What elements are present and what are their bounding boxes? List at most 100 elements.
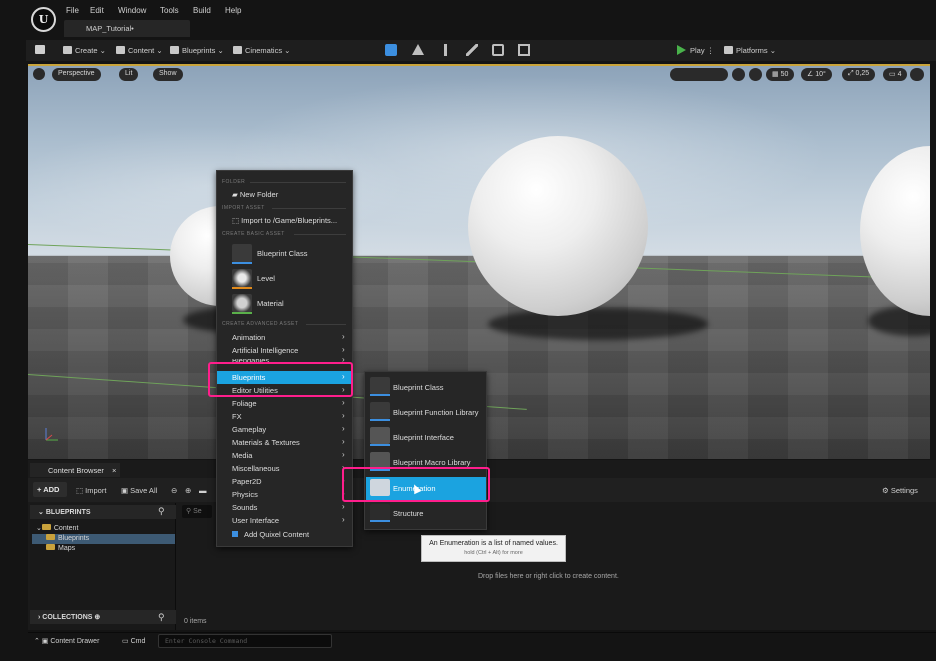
mesh-paint-mode-icon[interactable] bbox=[466, 44, 478, 56]
surface-snap-icon[interactable] bbox=[749, 68, 762, 81]
menu-item-materials-textures[interactable]: Materials & Textures bbox=[232, 438, 300, 447]
menu-file[interactable]: File bbox=[66, 6, 79, 15]
menu-window[interactable]: Window bbox=[118, 6, 146, 15]
import-item[interactable]: ⬚ Import to /Game/Blueprints... bbox=[232, 216, 337, 225]
section-basic: CREATE BASIC ASSET bbox=[222, 231, 285, 237]
add-button[interactable]: + ADD bbox=[33, 482, 67, 497]
blueprint-class-icon bbox=[232, 244, 252, 262]
menu-item-media[interactable]: Media bbox=[232, 451, 252, 460]
menu-help[interactable]: Help bbox=[225, 6, 241, 15]
divider bbox=[272, 208, 346, 209]
tree-item-blueprints[interactable]: Blueprints bbox=[32, 534, 175, 544]
submenu-blueprint-class[interactable]: Blueprint Class bbox=[393, 383, 443, 392]
add-quixel-item[interactable]: Add Quixel Content bbox=[232, 530, 309, 539]
annotation-box-blueprints bbox=[208, 362, 353, 397]
play-icon[interactable] bbox=[677, 45, 686, 55]
collections-header[interactable]: › COLLECTIONS ⊕ bbox=[30, 610, 176, 624]
blueprints-tree-header[interactable]: ⌄ BLUEPRINTS bbox=[30, 505, 176, 519]
menu-item-miscellaneous[interactable]: Miscellaneous bbox=[232, 464, 280, 473]
cinematics-button[interactable]: Cinematics ⌄ bbox=[233, 46, 290, 55]
camera-speed-button[interactable]: ▭ 4 bbox=[883, 68, 908, 81]
content-drawer-button[interactable]: ⌃ ▣ Content Drawer bbox=[34, 637, 99, 645]
close-icon[interactable]: × bbox=[112, 466, 116, 475]
unreal-logo-icon[interactable]: U bbox=[31, 7, 56, 32]
blueprint-class-item[interactable]: Blueprint Class bbox=[257, 249, 307, 258]
content-button[interactable]: Content ⌄ bbox=[116, 46, 163, 55]
level-tab[interactable]: MAP_Tutorial• bbox=[64, 20, 190, 37]
platforms-label: Platforms bbox=[736, 46, 768, 55]
viewport-menu-icon[interactable] bbox=[33, 68, 45, 80]
blueprint-class-icon bbox=[370, 377, 390, 394]
fracture-mode-icon[interactable] bbox=[492, 44, 504, 56]
submenu-structure[interactable]: Structure bbox=[393, 509, 423, 518]
tree-item-maps[interactable]: Maps bbox=[32, 544, 175, 554]
transform-tools[interactable] bbox=[670, 68, 728, 81]
save-icon[interactable] bbox=[35, 45, 45, 54]
tree-item-content[interactable]: ⌄ Content bbox=[32, 524, 175, 534]
menu-item-artificial-intelligence[interactable]: Artificial Intelligence bbox=[232, 346, 298, 355]
material-item[interactable]: Material bbox=[257, 299, 284, 308]
sphere-center[interactable] bbox=[468, 136, 648, 316]
platforms-button[interactable]: Platforms ⌄ bbox=[724, 46, 776, 55]
folder-icon[interactable]: ▬ bbox=[199, 486, 207, 495]
blueprints-button[interactable]: Blueprints ⌄ bbox=[170, 46, 224, 55]
material-icon bbox=[232, 294, 252, 312]
add-quixel-label: Add Quixel Content bbox=[244, 530, 310, 539]
create-button[interactable]: Create ⌄ bbox=[63, 46, 106, 55]
menu-item-user-interface[interactable]: User Interface bbox=[232, 516, 279, 525]
rotation-snap-button[interactable]: ∠ 10° bbox=[801, 68, 832, 81]
section-advanced: CREATE ADVANCED ASSET bbox=[222, 321, 299, 327]
menu-item-paper2d[interactable]: Paper2D bbox=[232, 477, 262, 486]
foliage-mode-icon[interactable] bbox=[444, 44, 447, 56]
world-local-icon[interactable] bbox=[732, 68, 745, 81]
menu-item-sounds[interactable]: Sounds bbox=[232, 503, 257, 512]
import-button[interactable]: ⬚ Import bbox=[76, 486, 106, 495]
maximize-viewport-icon[interactable] bbox=[910, 68, 924, 81]
import-label: Import bbox=[85, 486, 107, 495]
scale-snap-button[interactable]: ⤢ 0,25 bbox=[842, 68, 876, 81]
play-button[interactable]: Play ⋮ bbox=[690, 46, 714, 55]
perspective-label: Perspective bbox=[58, 70, 95, 77]
cinematics-icon bbox=[233, 46, 242, 54]
landscape-mode-icon[interactable] bbox=[412, 44, 424, 55]
brush-edit-mode-icon[interactable] bbox=[518, 44, 530, 56]
console-input[interactable]: Enter Console Command bbox=[158, 634, 332, 648]
new-folder-item[interactable]: ▰ New Folder bbox=[232, 190, 278, 199]
content-label: Content bbox=[128, 46, 155, 55]
asset-color-bar bbox=[370, 419, 390, 421]
asset-color-bar bbox=[232, 312, 252, 314]
search-input[interactable]: ⚲ Se bbox=[182, 505, 212, 518]
save-all-button[interactable]: ▣ Save All bbox=[121, 486, 157, 495]
show-label: Show bbox=[159, 70, 177, 77]
cmd-button[interactable]: ▭ Cmd bbox=[122, 637, 145, 645]
menu-item-animation[interactable]: Animation bbox=[232, 333, 265, 342]
menu-item-foliage[interactable]: Foliage bbox=[232, 399, 257, 408]
blueprints-icon bbox=[170, 46, 179, 54]
menu-edit[interactable]: Edit bbox=[90, 6, 104, 15]
settings-button[interactable]: ⚙ Settings bbox=[882, 486, 918, 495]
search-icon[interactable]: ⚲ bbox=[158, 612, 165, 623]
lit-button[interactable]: Lit bbox=[119, 68, 139, 81]
level-item[interactable]: Level bbox=[257, 274, 275, 283]
show-button[interactable]: Show bbox=[153, 68, 183, 81]
perspective-button[interactable]: Perspective bbox=[52, 68, 101, 81]
menu-item-fx[interactable]: FX bbox=[232, 412, 242, 421]
function-library-icon bbox=[370, 402, 390, 419]
history-back-icon[interactable]: ⊖ bbox=[171, 486, 177, 495]
chevron-right-icon: › bbox=[342, 502, 345, 511]
save-all-label: Save All bbox=[130, 486, 158, 495]
grid-snap-button[interactable]: ▦ 50 bbox=[766, 68, 795, 81]
blueprints-label: Blueprints bbox=[182, 46, 216, 55]
history-forward-icon[interactable]: ⊕ bbox=[185, 486, 191, 495]
submenu-blueprint-interface[interactable]: Blueprint Interface bbox=[393, 433, 454, 442]
search-icon[interactable]: ⚲ bbox=[158, 506, 165, 517]
menu-item-physics[interactable]: Physics bbox=[232, 490, 258, 499]
menu-tools[interactable]: Tools bbox=[160, 6, 179, 15]
submenu-function-library[interactable]: Blueprint Function Library bbox=[393, 408, 478, 417]
menu-build[interactable]: Build bbox=[193, 6, 211, 15]
submenu-macro-library[interactable]: Blueprint Macro Library bbox=[393, 458, 471, 467]
divider bbox=[306, 324, 346, 325]
select-mode-icon[interactable] bbox=[385, 44, 397, 56]
menu-item-gameplay[interactable]: Gameplay bbox=[232, 425, 266, 434]
content-browser-tab[interactable]: Content Browser × bbox=[30, 463, 120, 477]
